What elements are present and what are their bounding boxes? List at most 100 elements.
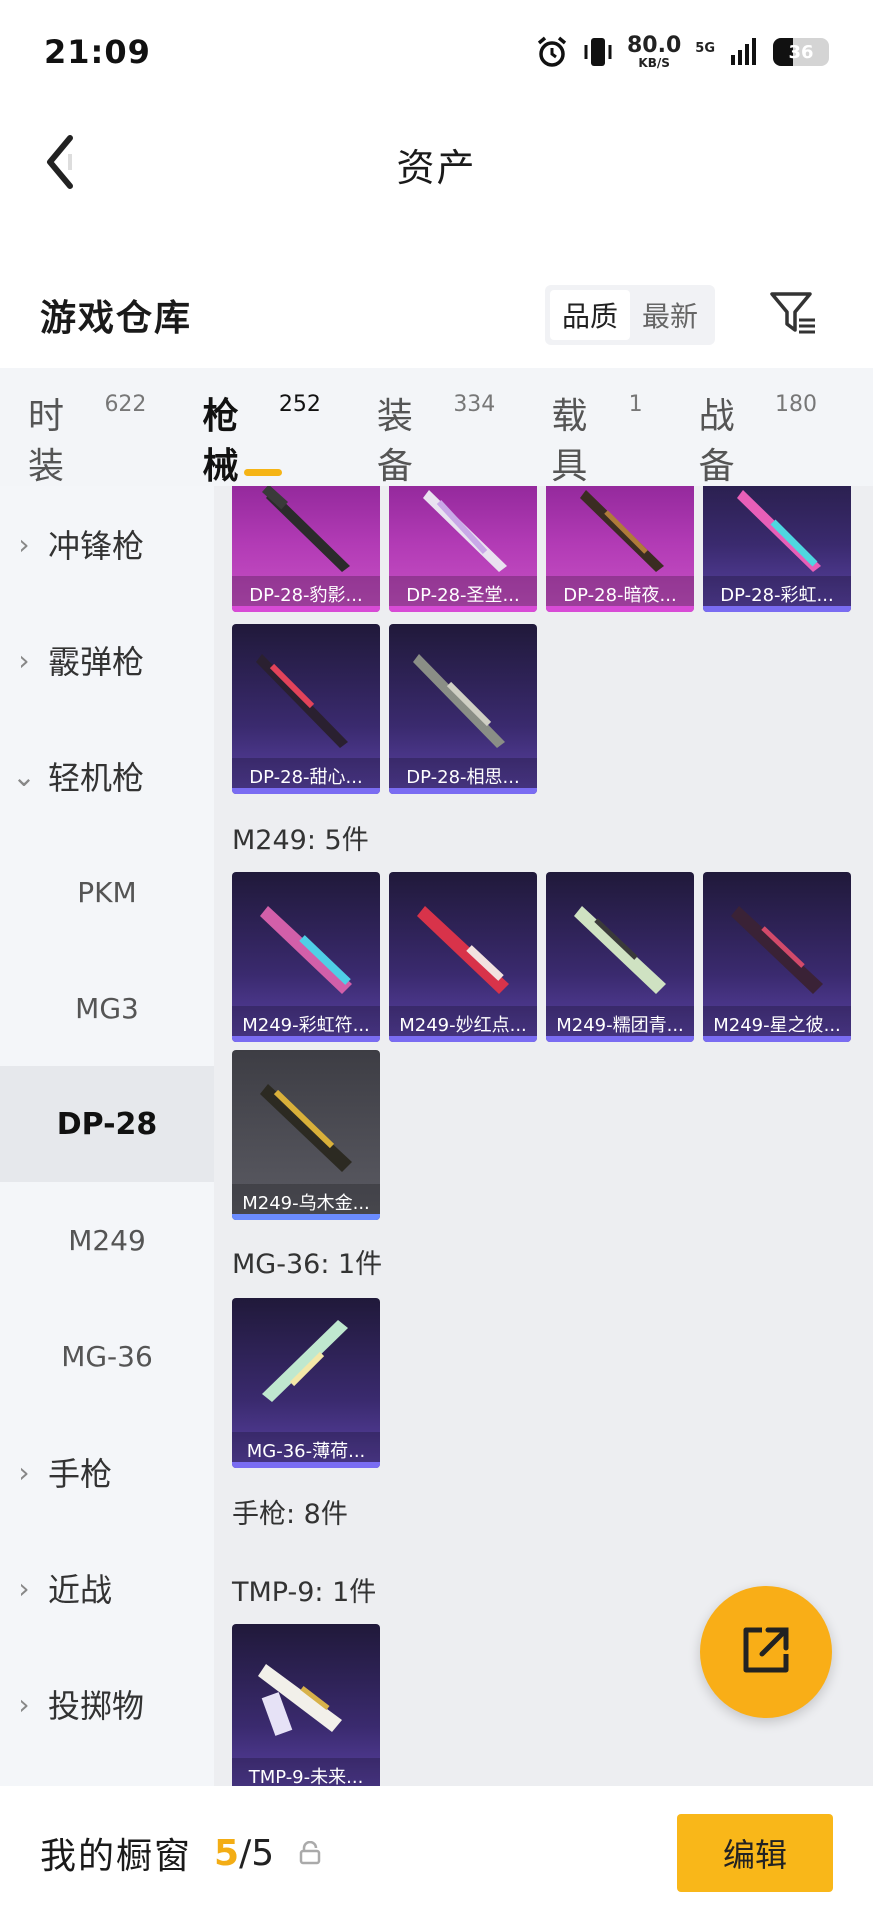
sidebar-item-label: DP-28: [56, 1106, 158, 1142]
chevron-right-icon: ›: [18, 1571, 30, 1605]
tab-count: 334: [453, 392, 496, 417]
sidebar-item-shotgun[interactable]: › 霰弹枪: [0, 602, 214, 718]
sidebar-item-melee[interactable]: › 近战: [0, 1530, 214, 1646]
skin-card[interactable]: M249-糯团青...: [546, 872, 694, 1042]
sidebar-item-label: M249: [68, 1223, 146, 1257]
warehouse-bar: 游戏仓库 品质 最新: [0, 270, 873, 360]
status-time: 21:09: [44, 33, 151, 71]
sidebar-item-label: 霰弹枪: [48, 643, 145, 681]
sidebar-item-label: 近战: [48, 1571, 113, 1609]
rarity-bar: [703, 606, 851, 612]
warehouse-title: 游戏仓库: [40, 298, 193, 339]
edit-button[interactable]: 编辑: [677, 1814, 833, 1892]
gun-skin-image: [261, 486, 350, 572]
signal-icon: [729, 37, 759, 67]
active-tab-indicator: [244, 469, 283, 476]
skin-card[interactable]: DP-28-豹影...: [232, 486, 380, 612]
gun-skin-image: [417, 906, 509, 994]
gun-skin-image: [256, 654, 348, 748]
tab-label: 载具: [551, 396, 589, 488]
skin-card[interactable]: M249-星之彼...: [703, 872, 851, 1042]
sidebar-item-label: MG-36: [61, 1339, 153, 1373]
skin-card[interactable]: DP-28-甜心...: [232, 624, 380, 794]
gun-skin-image: [260, 906, 352, 994]
tab-supplies[interactable]: 战备 180: [699, 392, 817, 487]
share-fab[interactable]: [700, 1586, 832, 1718]
skin-card[interactable]: DP-28-相思...: [389, 624, 537, 794]
net-speed: 80.0 KB/S: [627, 33, 682, 70]
sidebar-item-pistol[interactable]: › 手枪: [0, 1414, 214, 1530]
chevron-right-icon: ›: [18, 1687, 30, 1721]
tab-count: 252: [278, 392, 321, 417]
section-label-m249: M249: 5件: [232, 825, 369, 856]
net-speed-unit: KB/S: [638, 56, 670, 70]
tab-fashion[interactable]: 时装 622: [28, 392, 147, 487]
section-label-tmp9: TMP-9: 1件: [232, 1577, 377, 1608]
showcase-max: 5: [251, 1832, 275, 1874]
tab-count: 180: [775, 392, 817, 417]
rarity-bar: [546, 1036, 694, 1042]
showcase-separator: /: [239, 1832, 252, 1874]
lock-icon: [298, 1841, 322, 1865]
showcase-count: 5/5: [214, 1833, 274, 1874]
share-external-icon: [738, 1622, 794, 1682]
skin-card[interactable]: DP-28-暗夜...: [546, 486, 694, 612]
rarity-bar: [232, 1214, 380, 1220]
filter-button[interactable]: [763, 285, 823, 345]
category-tabs: 时装 622 枪械 252 装备 334 载具 1 战备 180: [0, 368, 873, 487]
skin-card[interactable]: DP-28-彩虹...: [703, 486, 851, 612]
skin-card[interactable]: TMP-9-未来...: [232, 1624, 380, 1786]
sidebar-item-pkm[interactable]: PKM: [0, 834, 214, 950]
chevron-right-icon: ›: [18, 1455, 30, 1489]
battery-icon: 36: [773, 38, 829, 66]
sidebar-item-m249[interactable]: M249: [0, 1182, 214, 1298]
skin-card[interactable]: M249-乌木金...: [232, 1050, 380, 1220]
skin-card[interactable]: M249-妙红点...: [389, 872, 537, 1042]
page-title: 资产: [396, 145, 477, 190]
alarm-icon: [535, 35, 569, 69]
sidebar-item-dp28[interactable]: DP-28: [0, 1066, 214, 1182]
rarity-bar: [389, 788, 537, 794]
tab-count: 622: [104, 392, 147, 417]
sort-quality-option[interactable]: 品质: [549, 290, 630, 340]
section-label-pistols: 手枪: 8件: [232, 1499, 348, 1530]
gun-skin-image: [423, 490, 507, 572]
skin-name: TMP-9-未来...: [232, 1758, 380, 1786]
skin-card[interactable]: DP-28-圣堂...: [389, 486, 537, 612]
sidebar-item-mg36[interactable]: MG-36: [0, 1298, 214, 1414]
sidebar-item-label: 冲锋枪: [48, 527, 145, 565]
rarity-bar: [232, 1036, 380, 1042]
sidebar-item-smg[interactable]: › 冲锋枪: [0, 486, 214, 602]
status-icons: 80.0 KB/S 5G 36: [535, 35, 829, 69]
tab-label: 时装: [28, 396, 66, 488]
sidebar-item-throwables[interactable]: › 投掷物: [0, 1646, 214, 1762]
tab-vehicles[interactable]: 载具 1: [551, 392, 643, 487]
showcase-title: 我的橱窗: [40, 1836, 193, 1877]
gun-skin-image: [258, 1664, 342, 1736]
sort-newest-option[interactable]: 最新: [630, 290, 710, 340]
gun-skin-image: [413, 654, 505, 748]
tab-equipment[interactable]: 装备 334: [377, 392, 496, 487]
skin-card[interactable]: MG-36-薄荷...: [232, 1298, 380, 1468]
rarity-bar: [232, 788, 380, 794]
sidebar-item-label: 手枪: [48, 1455, 113, 1493]
tab-count: 1: [628, 392, 643, 417]
page-header: 资产: [0, 104, 873, 224]
sidebar-item-mg3[interactable]: MG3: [0, 950, 214, 1066]
vibrate-icon: [583, 35, 613, 69]
rarity-bar: [232, 606, 380, 612]
skin-card[interactable]: M249-彩虹符...: [232, 872, 380, 1042]
rarity-bar: [232, 1462, 380, 1468]
rarity-bar: [546, 606, 694, 612]
section-label-mg36: MG-36: 1件: [232, 1249, 383, 1280]
gun-skin-image: [737, 490, 821, 572]
sidebar-item-lmg[interactable]: ⌄ 轻机枪: [0, 718, 214, 834]
net-speed-value: 80.0: [627, 33, 682, 58]
back-button[interactable]: [30, 134, 90, 194]
sidebar-item-label: MG3: [75, 991, 139, 1025]
weapon-category-sidebar: › 冲锋枪 › 霰弹枪 ⌄ 轻机枪 PKM MG3 DP-28 M249 MG-36 …: [0, 486, 214, 1786]
tab-label: 枪械: [202, 396, 240, 488]
gun-skin-image: [260, 1084, 352, 1172]
tab-firearms[interactable]: 枪械 252: [202, 392, 321, 487]
chevron-right-icon: ›: [18, 643, 30, 677]
